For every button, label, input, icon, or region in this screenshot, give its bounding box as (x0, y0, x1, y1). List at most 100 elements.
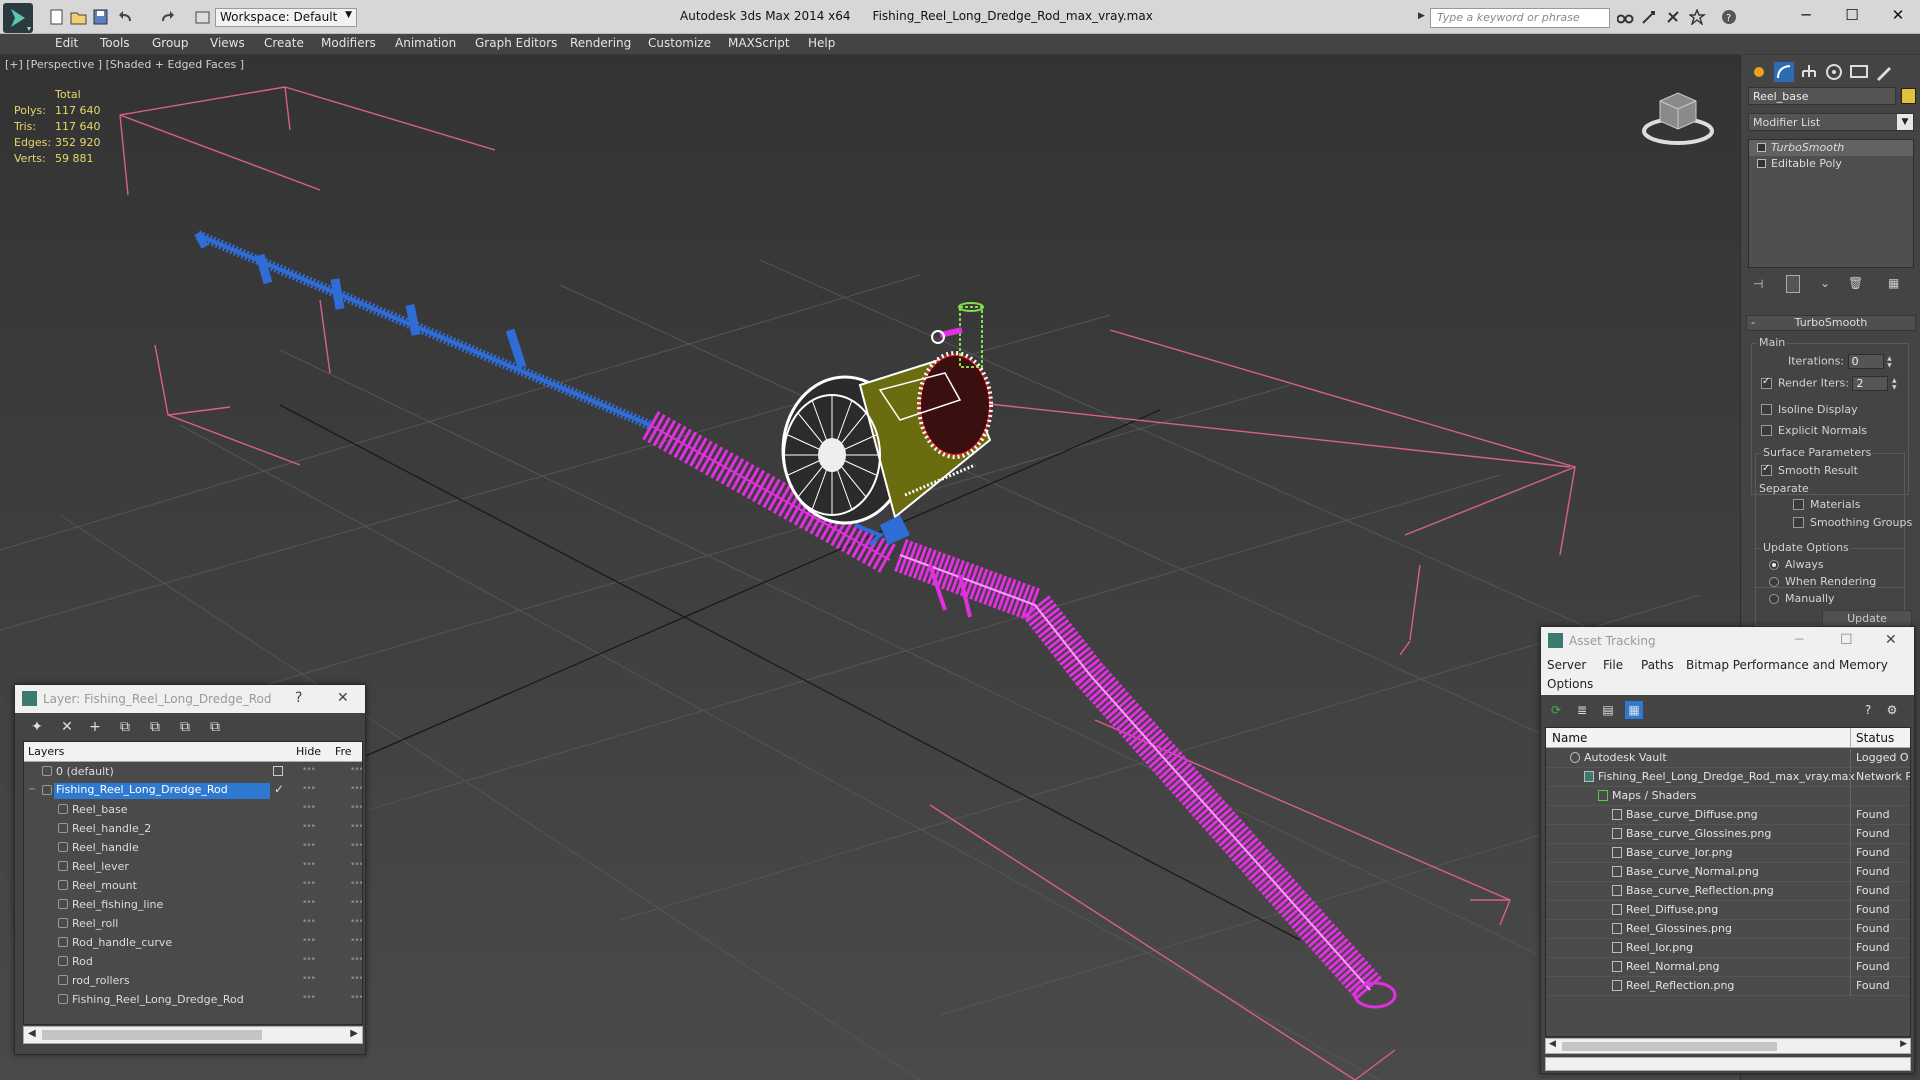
freeze-toggle[interactable]: ••• (350, 822, 362, 832)
hide-toggle[interactable]: ••• (302, 784, 316, 794)
smooth-result-row[interactable]: Smooth Result (1761, 463, 1858, 477)
undo-icon[interactable] (118, 9, 135, 25)
column-header-hide[interactable]: Hide (296, 745, 321, 758)
hide-toggle[interactable]: ••• (302, 955, 316, 965)
viewport-label[interactable]: [+] [Perspective ] [Shaded + Edged Faces… (5, 58, 244, 71)
horizontal-scrollbar[interactable]: ◀ ▶ (23, 1026, 363, 1044)
hierarchy-tab-icon[interactable] (1798, 61, 1820, 83)
iterations-spinner[interactable]: 0 (1847, 354, 1884, 369)
menu-file[interactable]: File (1603, 658, 1623, 672)
hide-toggle[interactable]: ••• (302, 803, 316, 813)
project-folder-icon[interactable] (194, 9, 211, 25)
save-file-icon[interactable] (92, 9, 109, 25)
freeze-toggle[interactable]: ••• (350, 879, 362, 889)
viewcube-icon[interactable] (1640, 85, 1716, 147)
menu-animation[interactable]: Animation (395, 36, 456, 50)
object-color-swatch[interactable] (1901, 88, 1916, 104)
menu-views[interactable]: Views (210, 36, 245, 50)
layer-row[interactable]: Reel_fishing_line ••• ••• (24, 896, 362, 915)
tree-view-icon[interactable]: ▤ (1599, 701, 1617, 719)
pin-stack-icon[interactable]: ⊣ (1753, 277, 1763, 291)
freeze-toggle[interactable]: ••• (350, 955, 362, 965)
close-icon[interactable]: ✕ (1885, 632, 1897, 648)
column-header-layers[interactable]: Layers (28, 745, 64, 758)
lightbulb-icon[interactable] (1757, 143, 1766, 152)
hide-toggle[interactable]: ••• (302, 898, 316, 908)
active-layer-icon[interactable] (273, 766, 283, 776)
scrollbar-thumb[interactable] (1562, 1042, 1777, 1051)
always-radio[interactable] (1769, 560, 1779, 570)
asset-row[interactable]: Reel_Reflection.png Found (1546, 977, 1910, 996)
create-tab-icon[interactable] (1748, 61, 1770, 83)
object-name-field[interactable]: Reel_base (1748, 87, 1896, 105)
materials-checkbox[interactable] (1793, 499, 1804, 510)
search-input[interactable]: Type a keyword or phrase (1430, 8, 1610, 28)
menu-rendering[interactable]: Rendering (570, 36, 631, 50)
settings-icon[interactable]: ⚙ (1883, 701, 1901, 719)
configure-modifier-sets-icon[interactable]: ▦ (1888, 276, 1899, 290)
menu-server[interactable]: Server (1547, 658, 1586, 672)
dialog-title-bar[interactable]: Layer: Fishing_Reel_Long_Dredge_Rod ? ✕ (15, 685, 365, 713)
menu-options[interactable]: Options (1547, 677, 1593, 691)
layer-row[interactable]: Reel_lever ••• ••• (24, 858, 362, 877)
show-end-result-icon[interactable] (1786, 275, 1800, 293)
maximize-icon[interactable]: ☐ (1840, 632, 1853, 648)
scroll-right-icon[interactable]: ▶ (1900, 1039, 1907, 1049)
render-iters-spinner[interactable]: 2 (1852, 376, 1889, 391)
menu-customize[interactable]: Customize (648, 36, 711, 50)
smooth-result-checkbox[interactable] (1761, 463, 1772, 476)
asset-row[interactable]: Reel_Glossines.png Found (1546, 920, 1910, 939)
menu-tools[interactable]: Tools (100, 36, 130, 50)
freeze-toggle[interactable]: ••• (350, 860, 362, 870)
explicit-normals-checkbox[interactable] (1761, 425, 1772, 436)
help-icon[interactable]: ? (1859, 701, 1877, 719)
new-file-icon[interactable] (48, 9, 65, 25)
layer-row[interactable]: Fishing_Reel_Long_Dredge_Rod ••• ••• (24, 991, 362, 1010)
freeze-toggle[interactable]: ••• (350, 784, 362, 794)
make-unique-icon[interactable]: ⌄ (1820, 276, 1830, 290)
expand-plus-icon[interactable] (1757, 159, 1766, 168)
help-icon[interactable]: ? (295, 690, 302, 706)
add-to-layer-icon[interactable]: + (85, 717, 105, 737)
manually-row[interactable]: Manually (1769, 592, 1835, 605)
freeze-all-layers-icon[interactable]: ⧉ (205, 717, 225, 737)
create-new-layer-icon[interactable]: ✦ (27, 717, 47, 737)
display-tab-icon[interactable] (1848, 61, 1870, 83)
when-rendering-radio[interactable] (1769, 577, 1779, 587)
layer-row[interactable]: Rod ••• ••• (24, 953, 362, 972)
freeze-toggle[interactable]: ••• (350, 993, 362, 1003)
scrollbar-thumb[interactable] (42, 1030, 262, 1040)
communication-center-icon[interactable] (1641, 9, 1658, 25)
asset-row[interactable]: Base_curve_Diffuse.png Found (1546, 806, 1910, 825)
spinner-arrows-icon[interactable]: ▲ ▼ (1892, 377, 1900, 391)
select-highlighted-icon[interactable]: ⧉ (115, 717, 135, 737)
menu-edit[interactable]: Edit (55, 36, 78, 50)
hide-toggle[interactable]: ••• (302, 879, 316, 889)
motion-tab-icon[interactable] (1823, 61, 1845, 83)
help-icon[interactable]: ? (1721, 9, 1738, 25)
star-favorites-icon[interactable] (1687, 8, 1707, 27)
freeze-toggle[interactable]: ••• (350, 917, 362, 927)
asset-row[interactable]: Reel_Diffuse.png Found (1546, 901, 1910, 920)
scroll-right-icon[interactable]: ▶ (350, 1028, 358, 1039)
asset-row[interactable]: Reel_Ior.png Found (1546, 939, 1910, 958)
explicit-normals-row[interactable]: Explicit Normals (1761, 424, 1867, 437)
open-file-icon[interactable] (70, 9, 87, 25)
scroll-left-icon[interactable]: ◀ (1549, 1039, 1556, 1049)
hide-toggle[interactable]: ••• (302, 993, 316, 1003)
column-header-freeze[interactable]: Fre (335, 745, 352, 758)
freeze-toggle[interactable]: ••• (350, 765, 362, 775)
layer-row[interactable]: Rod_handle_curve ••• ••• (24, 934, 362, 953)
hide-toggle[interactable]: ••• (302, 917, 316, 927)
asset-row[interactable]: Fishing_Reel_Long_Dredge_Rod_max_vray.ma… (1546, 768, 1910, 787)
asset-row[interactable]: Base_curve_Ior.png Found (1546, 844, 1910, 863)
freeze-toggle[interactable]: ••• (350, 898, 362, 908)
smoothing-groups-checkbox[interactable] (1793, 517, 1804, 528)
asset-row[interactable]: Autodesk Vault Logged O (1546, 749, 1910, 768)
layer-row[interactable]: Reel_base ••• ••• (24, 801, 362, 820)
satellite-icon[interactable] (1665, 9, 1682, 25)
hide-toggle[interactable]: ••• (302, 860, 316, 870)
expand-arrow-icon[interactable]: ▶ (1418, 11, 1425, 21)
freeze-toggle[interactable]: ••• (350, 936, 362, 946)
menu-modifiers[interactable]: Modifiers (321, 36, 376, 50)
